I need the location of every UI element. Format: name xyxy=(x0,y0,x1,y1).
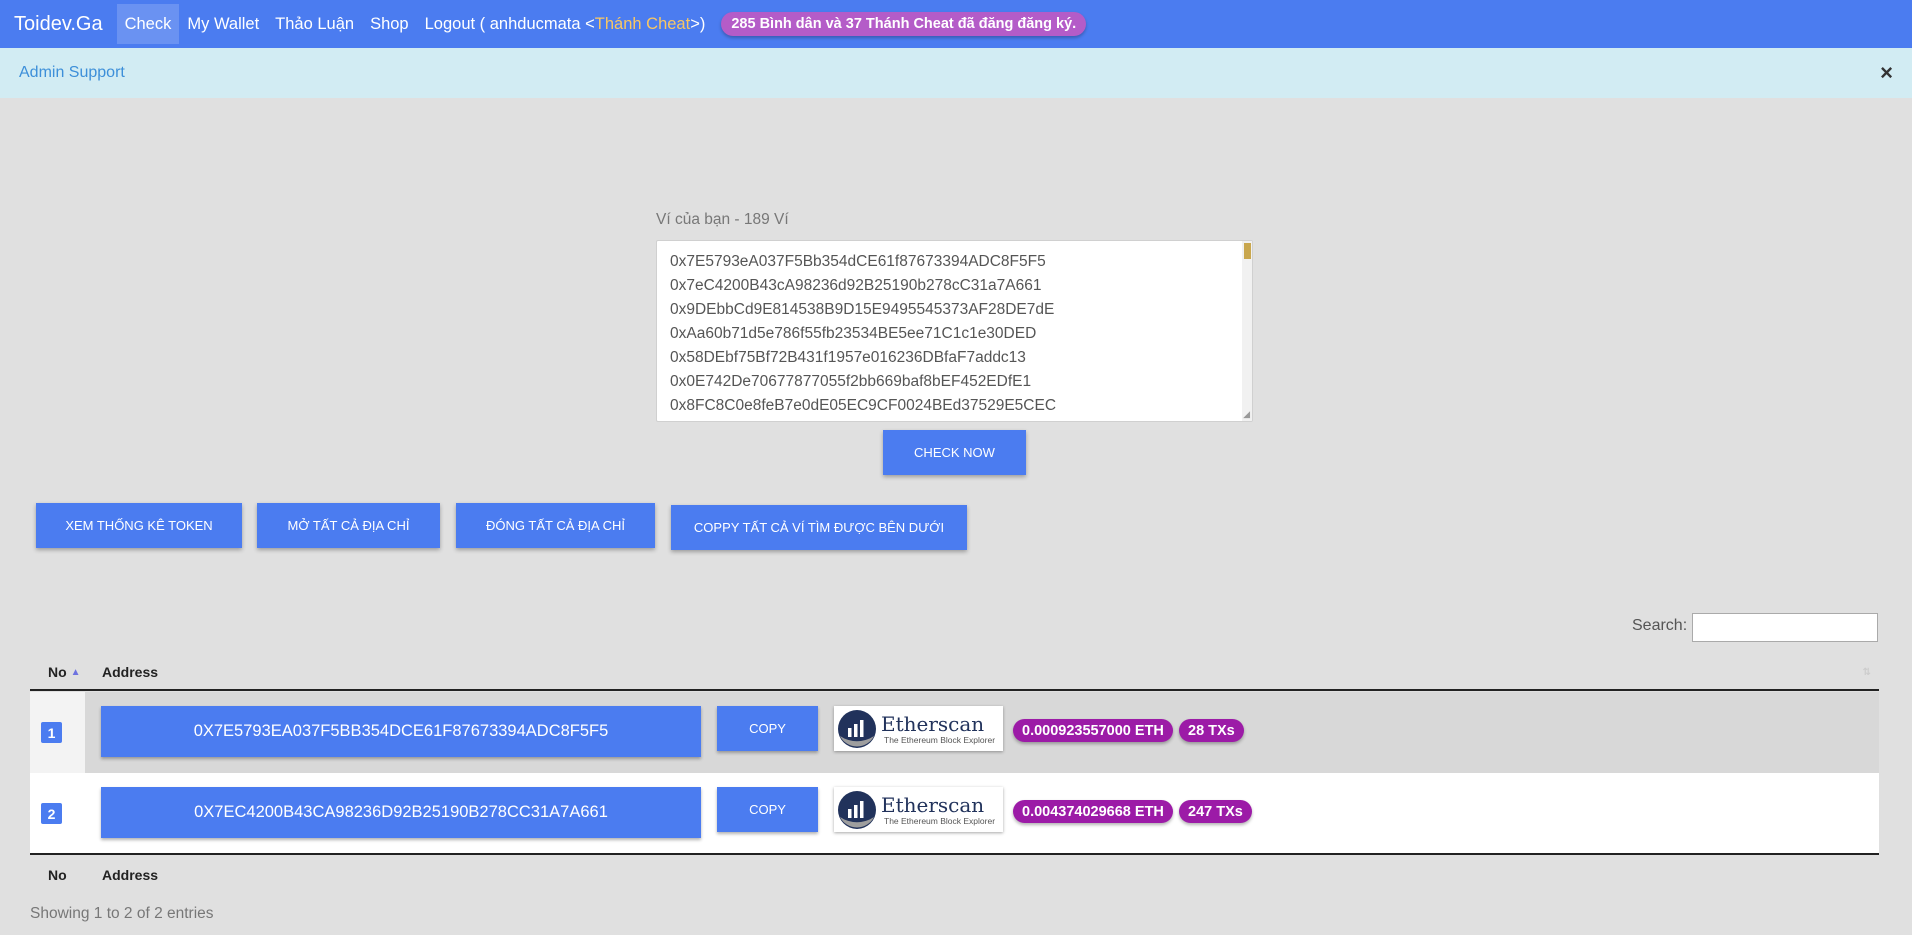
etherscan-logo-icon xyxy=(838,709,876,748)
nav-my-wallet[interactable]: My Wallet xyxy=(179,4,267,44)
etherscan-name: Etherscan xyxy=(881,711,985,736)
wallet-address-line: 0x8FC8C0e8feB7e0dE05EC9CF0024BEd37529E5C… xyxy=(670,397,1057,414)
tx-count-badge: 28 TXs xyxy=(1179,719,1244,742)
check-now-button[interactable]: Check Now xyxy=(883,430,1026,475)
etherscan-text: Etherscan The Ethereum Block Explorer xyxy=(881,713,995,745)
alert-text[interactable]: Admin Support xyxy=(19,64,125,82)
admin-support-alert: Admin Support × xyxy=(0,48,1912,98)
copy-button[interactable]: Copy xyxy=(717,706,818,751)
scroll-thumb[interactable] xyxy=(1244,243,1251,259)
table-header: No ▲ Address ⇅ xyxy=(30,655,1879,691)
footer-address: Address xyxy=(102,867,159,883)
sort-icon: ⇅ xyxy=(1862,666,1871,678)
table-row: 1 0X7E5793EA037F5BB354DCE61F87673394ADC8… xyxy=(30,692,1879,773)
registration-count-badge: 285 Bình dân và 37 Thánh Cheat đã đăng đ… xyxy=(721,12,1087,36)
wallet-address-list: 0x7E5793eA037F5Bb354dCE61f87673394ADC8F5… xyxy=(657,241,1252,418)
etherscan-tagline: The Ethereum Block Explorer xyxy=(884,734,996,745)
search-input[interactable] xyxy=(1692,613,1878,642)
etherscan-logo-icon xyxy=(838,790,876,829)
logout-suffix: >) xyxy=(690,14,706,33)
search-label: Search: xyxy=(1632,617,1688,634)
copy-all-wallets-button[interactable]: Coppy tất cả ví tìm được bên dưới xyxy=(671,505,967,550)
table-info: Showing 1 to 2 of 2 entries xyxy=(30,905,214,922)
etherscan-link[interactable]: Etherscan The Ethereum Block Explorer xyxy=(834,787,1003,832)
nav-logout[interactable]: Logout ( anhducmata < Thánh Cheat >) xyxy=(417,15,714,34)
wallet-address-line: 0x0E742De70677877055f2bb669baf8bEF452EDf… xyxy=(670,373,1032,390)
close-icon[interactable]: × xyxy=(1880,62,1893,84)
wallet-address-line: 0x7E5793eA037F5Bb354dCE61f87673394ADC8F5… xyxy=(670,253,1046,270)
etherscan-text: Etherscan The Ethereum Block Explorer xyxy=(881,794,995,826)
row-number-badge: 1 xyxy=(41,722,62,743)
wallet-address-line: 0x7eC4200B43cA98236d92B25190b278cC31a7A6… xyxy=(670,277,1042,294)
etherscan-tagline: The Ethereum Block Explorer xyxy=(884,815,996,826)
address-button[interactable]: 0X7E5793EA037F5BB354DCE61F87673394ADC8F5… xyxy=(101,706,701,757)
row-number-cell: 1 xyxy=(30,692,85,773)
footer-no: No xyxy=(48,867,67,883)
nav-shop[interactable]: Shop xyxy=(362,4,417,44)
nav-thao-luan[interactable]: Thảo Luận xyxy=(267,4,362,44)
eth-balance-badge: 0.000923557000 ETH xyxy=(1013,719,1173,742)
logout-prefix: Logout ( anhducmata < xyxy=(424,14,595,33)
user-role: Thánh Cheat xyxy=(594,14,691,33)
open-all-addresses-button[interactable]: Mở tất cả địa chỉ xyxy=(257,503,440,548)
header-no-label: No xyxy=(48,664,67,680)
header-no[interactable]: No ▲ xyxy=(30,664,102,680)
etherscan-name: Etherscan xyxy=(881,792,985,817)
table-footer: No Address xyxy=(30,853,1879,895)
top-navbar: Toidev.Ga Check My Wallet Thảo Luận Shop… xyxy=(0,0,1912,48)
wallet-count-label: Ví của bạn - 189 Ví xyxy=(656,211,789,228)
wallet-address-line: 0xAa60b71d5e786f55fb23534BE5ee71C1c1e30D… xyxy=(670,325,1037,342)
nav-check[interactable]: Check xyxy=(116,4,180,44)
sort-asc-icon: ▲ xyxy=(70,666,81,678)
wallet-textarea[interactable]: 0x7E5793eA037F5Bb354dCE61f87673394ADC8F5… xyxy=(656,240,1253,422)
etherscan-link[interactable]: Etherscan The Ethereum Block Explorer xyxy=(834,706,1003,751)
brand-logo[interactable]: Toidev.Ga xyxy=(0,0,117,48)
copy-button[interactable]: Copy xyxy=(717,787,818,832)
eth-balance-badge: 0.004374029668 ETH xyxy=(1013,800,1173,823)
tx-count-badge: 247 TXs xyxy=(1179,800,1252,823)
resize-handle-icon[interactable]: ◢ xyxy=(1243,409,1250,420)
row-number-cell: 2 xyxy=(30,773,85,854)
wallet-scrollbar[interactable] xyxy=(1242,241,1252,421)
address-button[interactable]: 0X7EC4200B43CA98236D92B25190B278CC31A7A6… xyxy=(101,787,701,838)
wallet-address-line: 0x58DEbf75Bf72B431f1957e016236DBfaF7addc… xyxy=(670,349,1026,366)
wallet-address-line: 0x9DEbbCd9E814538B9D15E9495545373AF28DE7… xyxy=(670,301,1055,318)
header-address[interactable]: Address xyxy=(102,664,158,680)
row-number-badge: 2 xyxy=(41,803,62,824)
view-token-stats-button[interactable]: Xem thống kê token xyxy=(36,503,242,548)
close-all-addresses-button[interactable]: Đóng tất cả địa chỉ xyxy=(456,503,655,548)
table-row: 2 0X7EC4200B43CA98236D92B25190B278CC31A7… xyxy=(30,773,1879,854)
